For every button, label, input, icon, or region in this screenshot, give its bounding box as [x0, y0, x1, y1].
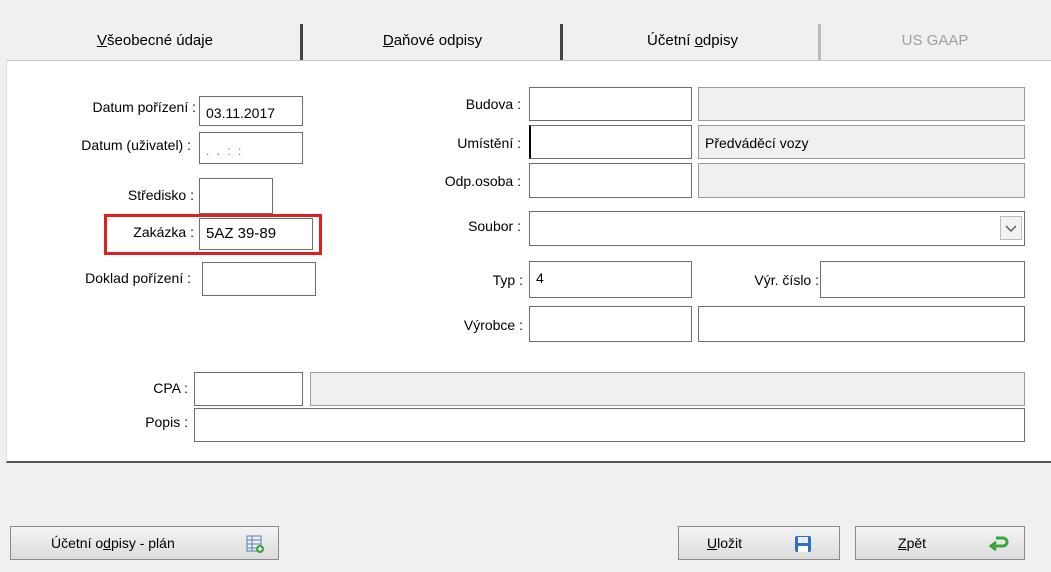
datum-uzivatel-label: Datum (uživatel) :: [81, 137, 191, 153]
budova-field[interactable]: [529, 87, 692, 121]
umisteni-description: Předváděcí vozy: [698, 125, 1025, 159]
button-label: Uložit: [707, 535, 743, 551]
doklad-porizeni-label: Doklad pořízení :: [85, 270, 191, 286]
vyr-cislo-label: Výr. číslo :: [754, 272, 819, 288]
typ-label: Typ :: [492, 272, 523, 288]
cpa-field[interactable]: [194, 372, 303, 406]
tab-label: US GAAP: [901, 31, 969, 49]
popis-label: Popis :: [145, 414, 188, 430]
table-icon: [245, 534, 265, 557]
soubor-label: Soubor :: [468, 218, 521, 234]
vyrobce-description[interactable]: [698, 306, 1025, 342]
cpa-label: CPA :: [153, 380, 188, 396]
tab-label: Daňové odpisy: [382, 31, 483, 49]
vyrobce-label: Výrobce :: [463, 317, 523, 333]
odp-osoba-label: Odp.osoba :: [444, 173, 521, 189]
umisteni-label: Umístění :: [457, 135, 521, 151]
cpa-description: [310, 372, 1025, 406]
odp-osoba-field[interactable]: [529, 163, 692, 198]
vyr-cislo-field[interactable]: [820, 261, 1025, 298]
stredisko-field[interactable]: [199, 178, 273, 214]
tab-us-gaap[interactable]: US GAAP: [825, 22, 1045, 58]
umisteni-field[interactable]: [529, 125, 692, 159]
return-arrow-icon: [988, 534, 1010, 557]
tab-label: Účetní odpisy: [647, 31, 738, 49]
tab-vseobecne-udaje[interactable]: Všeobecné údaje: [10, 22, 300, 58]
vyrobce-field[interactable]: [529, 306, 692, 342]
floppy-disk-icon: [793, 534, 813, 557]
button-label: Účetní odpisy - plán: [51, 535, 175, 551]
soubor-dropdown[interactable]: [529, 211, 1025, 246]
tab-danove-odpisy[interactable]: Daňové odpisy: [305, 22, 560, 58]
stredisko-label: Středisko :: [127, 187, 194, 203]
tab-label: Všeobecné údaje: [97, 31, 213, 49]
datum-porizeni-field[interactable]: 03.11.2017: [199, 96, 303, 126]
datum-porizeni-label: Datum pořízení :: [92, 99, 197, 115]
popis-field[interactable]: [194, 408, 1025, 442]
zpet-button[interactable]: Zpět: [855, 526, 1025, 560]
odp-osoba-description: [698, 163, 1025, 198]
zakazka-field[interactable]: 5AZ 39-89: [199, 218, 313, 250]
chevron-down-icon[interactable]: [1000, 216, 1022, 240]
typ-field[interactable]: 4: [529, 261, 692, 298]
button-label: Zpět: [898, 535, 927, 551]
tab-ucetni-odpisy[interactable]: Účetní odpisy: [565, 22, 820, 58]
tab-divider: [300, 24, 303, 60]
ulozit-button[interactable]: Uložit: [678, 526, 840, 560]
doklad-porizeni-field[interactable]: [202, 262, 316, 296]
zakazka-label: Zakázka :: [133, 224, 194, 240]
tab-divider: [560, 24, 563, 60]
ucetni-odpisy-plan-button[interactable]: Účetní odpisy - plán: [10, 526, 279, 560]
datum-uzivatel-field[interactable]: . . : :: [199, 132, 303, 164]
budova-description: [698, 87, 1025, 121]
budova-label: Budova :: [465, 96, 521, 112]
tab-divider: [818, 24, 821, 60]
